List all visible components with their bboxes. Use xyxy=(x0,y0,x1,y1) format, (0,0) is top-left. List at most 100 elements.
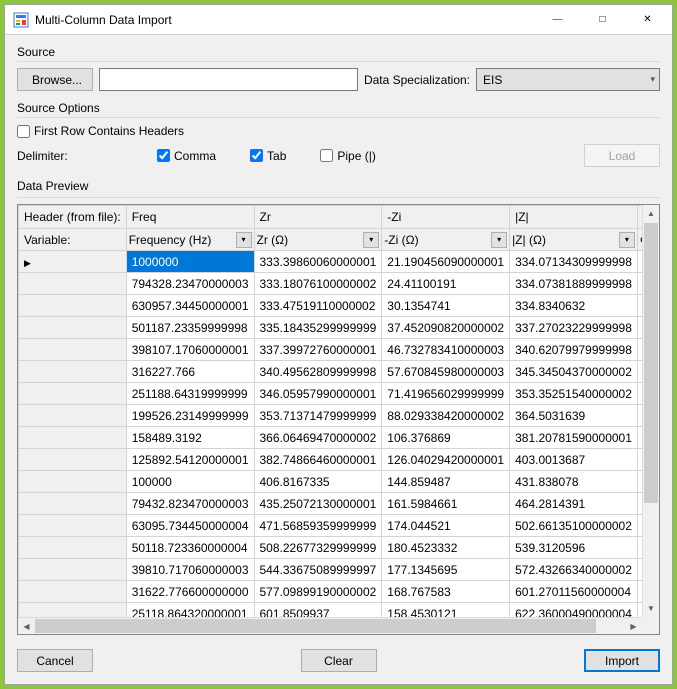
data-cell[interactable]: 31622.776600000000 xyxy=(126,581,254,603)
column-variable-combo[interactable]: |Z| (Ω)▾ xyxy=(510,229,638,251)
data-cell[interactable]: 337.27023229999998 xyxy=(510,317,638,339)
data-cell[interactable]: 24.41100191 xyxy=(382,273,510,295)
table-row[interactable]: 125892.54120000001382.74866460000001126.… xyxy=(19,449,643,471)
data-cell[interactable]: 464.2814391 xyxy=(510,493,638,515)
comma-check[interactable]: Comma xyxy=(157,149,216,163)
data-cell[interactable]: 435.25072130000001 xyxy=(254,493,382,515)
row-header[interactable]: ▶ xyxy=(19,251,127,273)
row-header[interactable] xyxy=(19,493,127,515)
data-cell[interactable]: 346.05957990000001 xyxy=(254,383,382,405)
scroll-left-button[interactable]: ◀ xyxy=(18,618,35,635)
data-cell[interactable]: 316227.766 xyxy=(126,361,254,383)
row-header[interactable] xyxy=(19,449,127,471)
row-header[interactable] xyxy=(19,361,127,383)
data-cell[interactable]: 601.8509937 xyxy=(254,603,382,618)
data-cell[interactable]: 406.8167335 xyxy=(254,471,382,493)
data-cell[interactable]: 353.71371479999999 xyxy=(254,405,382,427)
table-row[interactable]: ▶1000000333.3986006000000121.19045609000… xyxy=(19,251,643,273)
row-header[interactable] xyxy=(19,273,127,295)
data-cell[interactable]: 794328.23470000003 xyxy=(126,273,254,295)
data-cell[interactable]: 168.767583 xyxy=(382,581,510,603)
column-header-field[interactable] xyxy=(260,209,377,225)
table-row[interactable]: 158489.3192366.06469470000002106.3768693… xyxy=(19,427,643,449)
data-cell[interactable]: 381.20781590000001 xyxy=(510,427,638,449)
data-cell[interactable]: 125892.54120000001 xyxy=(126,449,254,471)
row-header[interactable] xyxy=(19,603,127,618)
data-cell[interactable]: 544.33675089999997 xyxy=(254,559,382,581)
minimize-button[interactable]: — xyxy=(535,5,580,34)
column-variable-combo[interactable]: Zr (Ω)▾ xyxy=(254,229,382,251)
data-cell[interactable]: 398107.17060000001 xyxy=(126,339,254,361)
data-cell[interactable]: 50118.723360000004 xyxy=(126,537,254,559)
data-cell[interactable]: 57.670845980000003 xyxy=(382,361,510,383)
first-row-headers-checkbox[interactable] xyxy=(17,125,30,138)
vertical-scroll-thumb[interactable] xyxy=(644,223,658,503)
table-row[interactable]: 251188.64319999999346.0595799000000171.4… xyxy=(19,383,643,405)
vertical-scrollbar[interactable]: ▲ ▼ xyxy=(642,205,659,617)
data-cell[interactable]: 382.74866460000001 xyxy=(254,449,382,471)
data-cell[interactable]: 337.39972760000001 xyxy=(254,339,382,361)
table-row[interactable]: 31622.776600000000577.09899190000002168.… xyxy=(19,581,643,603)
horizontal-scroll-thumb[interactable] xyxy=(35,619,596,633)
data-cell[interactable]: 334.8340632 xyxy=(510,295,638,317)
data-cell[interactable]: 572.43266340000002 xyxy=(510,559,638,581)
data-cell[interactable]: 403.0013687 xyxy=(510,449,638,471)
data-cell[interactable]: 335.18435299999999 xyxy=(254,317,382,339)
data-cell[interactable]: 366.06469470000002 xyxy=(254,427,382,449)
data-cell[interactable]: 364.5031639 xyxy=(510,405,638,427)
data-cell[interactable]: 345.34504370000002 xyxy=(510,361,638,383)
data-cell[interactable]: 46.732783410000003 xyxy=(382,339,510,361)
data-cell[interactable]: 1000000 xyxy=(126,251,254,273)
data-cell[interactable]: 471.56859359999999 xyxy=(254,515,382,537)
column-variable-combo[interactable]: Frequency (Hz)▾ xyxy=(126,229,254,251)
data-cell[interactable]: 158.4530121 xyxy=(382,603,510,618)
data-cell[interactable]: 577.09899190000002 xyxy=(254,581,382,603)
table-row[interactable]: 50118.723360000004508.22677329999999180.… xyxy=(19,537,643,559)
column-header-input[interactable] xyxy=(254,206,382,229)
tab-checkbox[interactable] xyxy=(250,149,263,162)
table-row[interactable]: 100000406.8167335144.859487431.838078-19… xyxy=(19,471,643,493)
data-cell[interactable]: 63095.734450000004 xyxy=(126,515,254,537)
table-row[interactable]: 316227.766340.4956280999999857.670845980… xyxy=(19,361,643,383)
table-row[interactable]: 398107.17060000001337.3997276000000146.7… xyxy=(19,339,643,361)
scroll-down-button[interactable]: ▼ xyxy=(643,600,659,617)
row-header[interactable] xyxy=(19,427,127,449)
data-cell[interactable]: 88.029338420000002 xyxy=(382,405,510,427)
data-cell[interactable]: 333.39860060000001 xyxy=(254,251,382,273)
load-button[interactable]: Load xyxy=(584,144,660,167)
data-cell[interactable]: 353.35251540000002 xyxy=(510,383,638,405)
data-cell[interactable]: 177.1345695 xyxy=(382,559,510,581)
data-cell[interactable]: 334.07381889999998 xyxy=(510,273,638,295)
row-header[interactable] xyxy=(19,471,127,493)
data-cell[interactable]: 126.04029420000001 xyxy=(382,449,510,471)
column-header-field[interactable] xyxy=(387,209,504,225)
data-cell[interactable]: 71.419656029999999 xyxy=(382,383,510,405)
table-row[interactable]: 25118.864320000001601.8509937158.4530121… xyxy=(19,603,643,618)
data-cell[interactable]: 158489.3192 xyxy=(126,427,254,449)
data-cell[interactable]: 37.452090820000002 xyxy=(382,317,510,339)
source-path-input[interactable] xyxy=(99,68,358,91)
data-cell[interactable]: 334.07134309999998 xyxy=(510,251,638,273)
first-row-headers-check[interactable]: First Row Contains Headers xyxy=(17,124,660,138)
data-cell[interactable]: 144.859487 xyxy=(382,471,510,493)
chevron-down-icon[interactable]: ▾ xyxy=(491,232,507,248)
row-header[interactable] xyxy=(19,581,127,603)
data-cell[interactable]: 601.27011560000004 xyxy=(510,581,638,603)
chevron-down-icon[interactable]: ▾ xyxy=(619,232,635,248)
data-cell[interactable]: 333.47519110000002 xyxy=(254,295,382,317)
row-header[interactable] xyxy=(19,515,127,537)
table-row[interactable]: 794328.23470000003333.1807610000000224.4… xyxy=(19,273,643,295)
data-cell[interactable]: 630957.34450000001 xyxy=(126,295,254,317)
data-grid[interactable]: Header (from file):Variable:Frequency (H… xyxy=(17,204,660,635)
row-header[interactable] xyxy=(19,383,127,405)
comma-checkbox[interactable] xyxy=(157,149,170,162)
data-cell[interactable]: 622.36000490000004 xyxy=(510,603,638,618)
data-cell[interactable]: 79432.823470000003 xyxy=(126,493,254,515)
column-header-field[interactable] xyxy=(515,209,632,225)
column-header-input[interactable] xyxy=(382,206,510,229)
data-cell[interactable]: 333.18076100000002 xyxy=(254,273,382,295)
tab-check[interactable]: Tab xyxy=(250,149,286,163)
close-button[interactable]: ✕ xyxy=(625,5,670,34)
data-cell[interactable]: 100000 xyxy=(126,471,254,493)
data-cell[interactable]: 25118.864320000001 xyxy=(126,603,254,618)
